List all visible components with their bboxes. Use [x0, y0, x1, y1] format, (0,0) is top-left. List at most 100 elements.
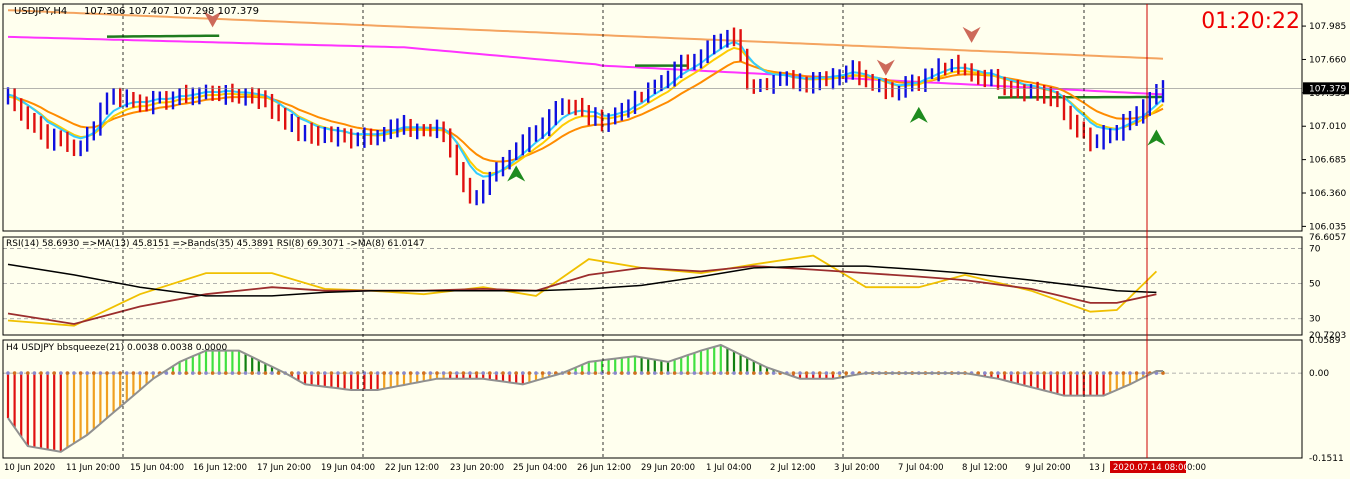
squeeze-dot — [151, 371, 155, 375]
sma-green-segment — [107, 34, 220, 38]
osc-tick-label: -0.1511 — [1309, 454, 1344, 464]
squeeze-dot — [1009, 371, 1013, 375]
squeeze-dot — [1101, 371, 1106, 375]
squeeze-dot — [758, 371, 763, 375]
rsi-tick-label: 30 — [1309, 315, 1321, 325]
squeeze-dot — [705, 371, 710, 375]
squeeze-dot — [125, 371, 129, 375]
squeeze-dot — [725, 371, 730, 375]
mt4-chart[interactable]: 107.985107.660107.335107.010106.685106.3… — [0, 0, 1350, 479]
time-axis-label: 17 Jun 20:00 — [257, 463, 311, 473]
squeeze-dot — [59, 371, 63, 375]
squeeze-dot — [369, 371, 373, 375]
squeeze-dot — [1002, 371, 1007, 375]
squeeze-dot — [573, 371, 578, 375]
squeeze-dot — [65, 371, 70, 375]
price-tick-label: 107.660 — [1309, 55, 1346, 65]
squeeze-dot — [309, 371, 314, 375]
squeeze-dot — [699, 371, 703, 375]
squeeze-dot — [844, 371, 848, 375]
squeeze-dot — [303, 371, 307, 375]
squeeze-dot — [461, 371, 466, 375]
squeeze-dot — [639, 371, 644, 375]
squeeze-dot — [653, 371, 657, 375]
squeeze-dot — [1128, 371, 1132, 375]
squeeze-dot — [468, 371, 472, 375]
squeeze-dot — [455, 371, 459, 375]
squeeze-dot — [6, 371, 10, 375]
squeeze-dot — [1022, 371, 1027, 375]
squeeze-dot — [1068, 371, 1073, 375]
squeeze-dot — [19, 371, 24, 375]
squeeze-dot — [521, 371, 525, 375]
squeeze-dot — [1134, 371, 1139, 375]
squeeze-dot — [672, 371, 677, 375]
squeeze-dot — [389, 371, 393, 375]
squeeze-dot — [257, 371, 261, 375]
squeeze-dot — [329, 371, 334, 375]
price-tick-label: 106.685 — [1309, 156, 1346, 166]
time-axis-label: 1 Jul 04:00 — [706, 463, 752, 473]
ohlc-label: 107.306 107.407 107.298 107.379 — [84, 6, 259, 17]
current-price-label: 107.379 — [1309, 84, 1346, 94]
squeeze-dot — [514, 371, 518, 375]
squeeze-dot — [1108, 371, 1112, 375]
squeeze-dot — [98, 371, 103, 375]
squeeze-dot — [26, 371, 30, 375]
squeeze-dot — [105, 371, 109, 375]
time-axis-label: 25 Jun 04:00 — [513, 463, 567, 473]
squeeze-dot — [45, 371, 50, 375]
symbol-label: USDJPY,H4 — [14, 6, 67, 17]
squeeze-dot — [382, 371, 387, 375]
squeeze-dot — [804, 371, 809, 375]
squeeze-dot — [435, 371, 439, 375]
squeeze-dot — [237, 371, 241, 375]
squeeze-dot — [1049, 371, 1053, 375]
osc-tick-label: 0.0589 — [1309, 336, 1341, 346]
squeeze-dot — [118, 371, 122, 375]
squeeze-dot — [12, 371, 17, 375]
squeeze-dot — [1055, 371, 1060, 375]
squeeze-dot — [422, 371, 426, 375]
squeeze-dot — [144, 371, 149, 375]
time-axis-label: 2 Jul 12:00 — [770, 463, 816, 473]
squeeze-dot — [488, 371, 492, 375]
squeeze-dot — [983, 371, 987, 375]
countdown-timer: 01:20:22 — [1201, 9, 1300, 34]
squeeze-dot — [666, 371, 670, 375]
squeeze-dot — [250, 371, 254, 375]
squeeze-dot — [626, 371, 631, 375]
squeeze-dot — [85, 371, 89, 375]
time-axis-label: 11 Jun 20:00 — [66, 463, 120, 473]
squeeze-dot — [1016, 371, 1020, 375]
time-axis-label: 13 J — [1089, 463, 1105, 473]
squeeze-dot — [686, 371, 690, 375]
squeeze-dot — [1075, 371, 1079, 375]
squeeze-dot — [316, 371, 321, 375]
squeeze-dot — [765, 371, 769, 375]
squeeze-dot — [831, 371, 835, 375]
squeeze-dot — [501, 371, 505, 375]
time-axis-label: 8 Jul 12:00 — [962, 463, 1008, 473]
squeeze-dot — [224, 371, 228, 375]
squeeze-dot — [732, 371, 736, 375]
squeeze-dot — [336, 371, 340, 375]
squeeze-dot — [580, 371, 584, 375]
time-axis-label: 22 Jun 12:00 — [385, 463, 439, 473]
time-axis-label: 16 Jun 12:00 — [193, 463, 247, 473]
squeeze-dot — [791, 371, 796, 375]
time-axis-label: 15 Jun 04:00 — [130, 463, 184, 473]
squeeze-dot — [659, 371, 664, 375]
squeeze-dot — [276, 371, 281, 375]
price-tick-label: 107.010 — [1309, 122, 1346, 132]
squeeze-dot — [138, 371, 142, 375]
squeeze-dot — [296, 371, 301, 375]
squeeze-dot — [738, 371, 743, 375]
squeeze-dot — [402, 371, 406, 375]
squeeze-dot — [39, 371, 43, 375]
squeeze-dot — [263, 371, 268, 375]
price-tick-label: 107.985 — [1309, 22, 1346, 32]
time-axis-label: 26 Jun 12:00 — [577, 463, 631, 473]
squeeze-dot — [197, 371, 202, 375]
squeeze-dot — [111, 371, 116, 375]
